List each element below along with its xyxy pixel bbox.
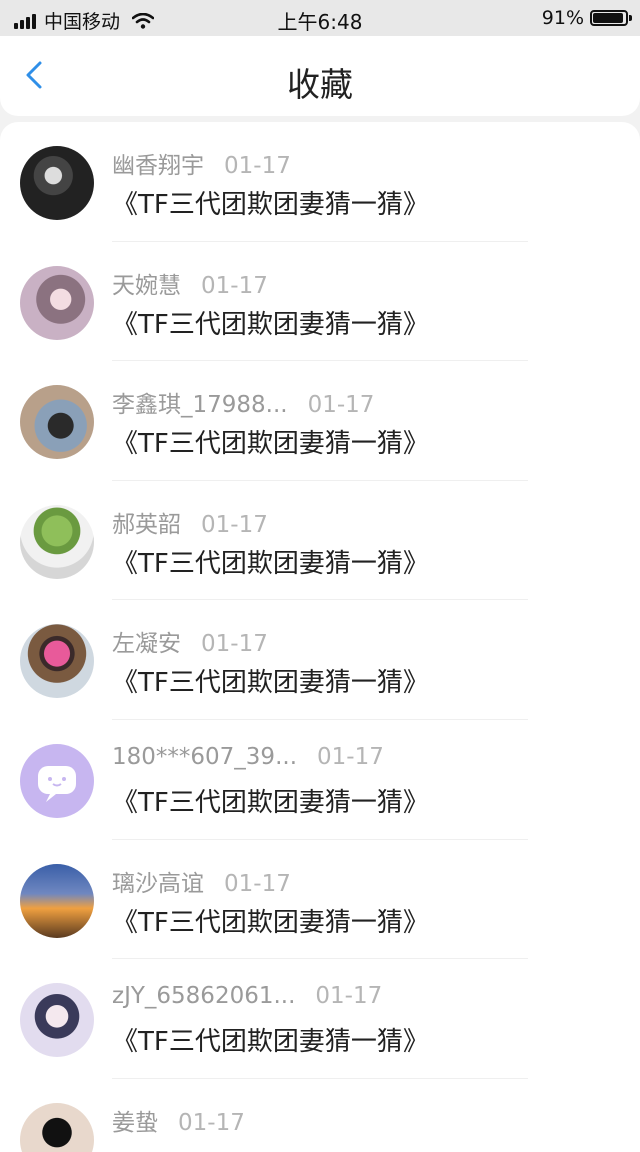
list-item[interactable]: 180***607_39... 01-17 《TF三代团欺团妻猜一猜》 bbox=[0, 720, 640, 840]
status-right: 91% bbox=[541, 7, 632, 29]
user-name: 天婉慧 bbox=[112, 272, 181, 299]
list-item[interactable]: zJY_65862061... 01-17 《TF三代团欺团妻猜一猜》 bbox=[0, 959, 640, 1079]
item-subject[interactable]: 《TF三代团欺团妻猜一猜》 bbox=[112, 423, 429, 460]
avatar[interactable] bbox=[20, 265, 94, 340]
chat-bubble-icon bbox=[38, 765, 76, 802]
user-name: 郝英韶 bbox=[112, 511, 181, 538]
user-name: 李鑫琪_17988... bbox=[112, 392, 288, 419]
date-label: 01-17 bbox=[201, 272, 268, 299]
status-bar: 中国移动 上午6:48 91% bbox=[0, 0, 640, 36]
user-name: 左凝安 bbox=[112, 631, 181, 658]
user-name: 180***607_39... bbox=[112, 743, 297, 770]
avatar[interactable] bbox=[20, 385, 94, 460]
list-item[interactable]: 左凝安 01-17 《TF三代团欺团妻猜一猜》 bbox=[0, 600, 640, 720]
avatar[interactable] bbox=[20, 863, 94, 938]
page-title: 收藏 bbox=[287, 65, 353, 104]
list-item[interactable]: 天婉慧 01-17 《TF三代团欺团妻猜一猜》 bbox=[0, 242, 640, 362]
date-label: 01-17 bbox=[307, 392, 375, 419]
list-item[interactable]: 姜蛰 01-17 bbox=[0, 1079, 640, 1152]
avatar[interactable] bbox=[20, 624, 94, 699]
item-subject[interactable]: 《TF三代团欺团妻猜一猜》 bbox=[112, 304, 429, 341]
date-label: 01-17 bbox=[178, 1109, 245, 1136]
date-label: 01-17 bbox=[315, 983, 383, 1010]
item-subject[interactable]: 《TF三代团欺团妻猜一猜》 bbox=[112, 902, 429, 939]
list-item[interactable]: 郝英韶 01-17 《TF三代团欺团妻猜一猜》 bbox=[0, 481, 640, 601]
date-label: 01-17 bbox=[224, 153, 291, 179]
list-item[interactable]: 幽香翔宇 01-17 《TF三代团欺团妻猜一猜》 bbox=[0, 122, 640, 242]
date-label: 01-17 bbox=[201, 511, 268, 538]
date-label: 01-17 bbox=[317, 743, 384, 770]
avatar[interactable] bbox=[20, 504, 94, 579]
nav-header: 收藏 bbox=[0, 36, 640, 116]
user-name: 姜蛰 bbox=[112, 1109, 158, 1136]
avatar[interactable] bbox=[20, 983, 94, 1058]
avatar[interactable] bbox=[20, 146, 94, 220]
list-item[interactable]: 李鑫琪_17988... 01-17 《TF三代团欺团妻猜一猜》 bbox=[0, 361, 640, 481]
avatar[interactable] bbox=[20, 1102, 94, 1152]
date-label: 01-17 bbox=[224, 870, 291, 897]
user-name: 璃沙高谊 bbox=[112, 870, 204, 897]
item-subject[interactable]: 《TF三代团欺团妻猜一猜》 bbox=[112, 662, 429, 699]
favorites-list: 幽香翔宇 01-17 《TF三代团欺团妻猜一猜》 天婉慧 01-17 《TF三代团欺… bbox=[0, 122, 640, 1152]
item-subject[interactable]: 《TF三代团欺团妻猜一猜》 bbox=[112, 782, 429, 819]
list-item[interactable]: 璃沙高谊 01-17 《TF三代团欺团妻猜一猜》 bbox=[0, 840, 640, 960]
avatar[interactable] bbox=[20, 743, 94, 818]
battery-percent: 91% bbox=[541, 7, 584, 29]
battery-icon bbox=[590, 10, 632, 26]
item-subject[interactable]: 《TF三代团欺团妻猜一猜》 bbox=[112, 1021, 429, 1058]
item-subject[interactable]: 《TF三代团欺团妻猜一猜》 bbox=[112, 184, 429, 221]
item-subject[interactable]: 《TF三代团欺团妻猜一猜》 bbox=[112, 543, 429, 580]
date-label: 01-17 bbox=[201, 631, 268, 658]
user-name: 幽香翔宇 bbox=[112, 153, 204, 179]
user-name: zJY_65862061... bbox=[112, 983, 296, 1010]
